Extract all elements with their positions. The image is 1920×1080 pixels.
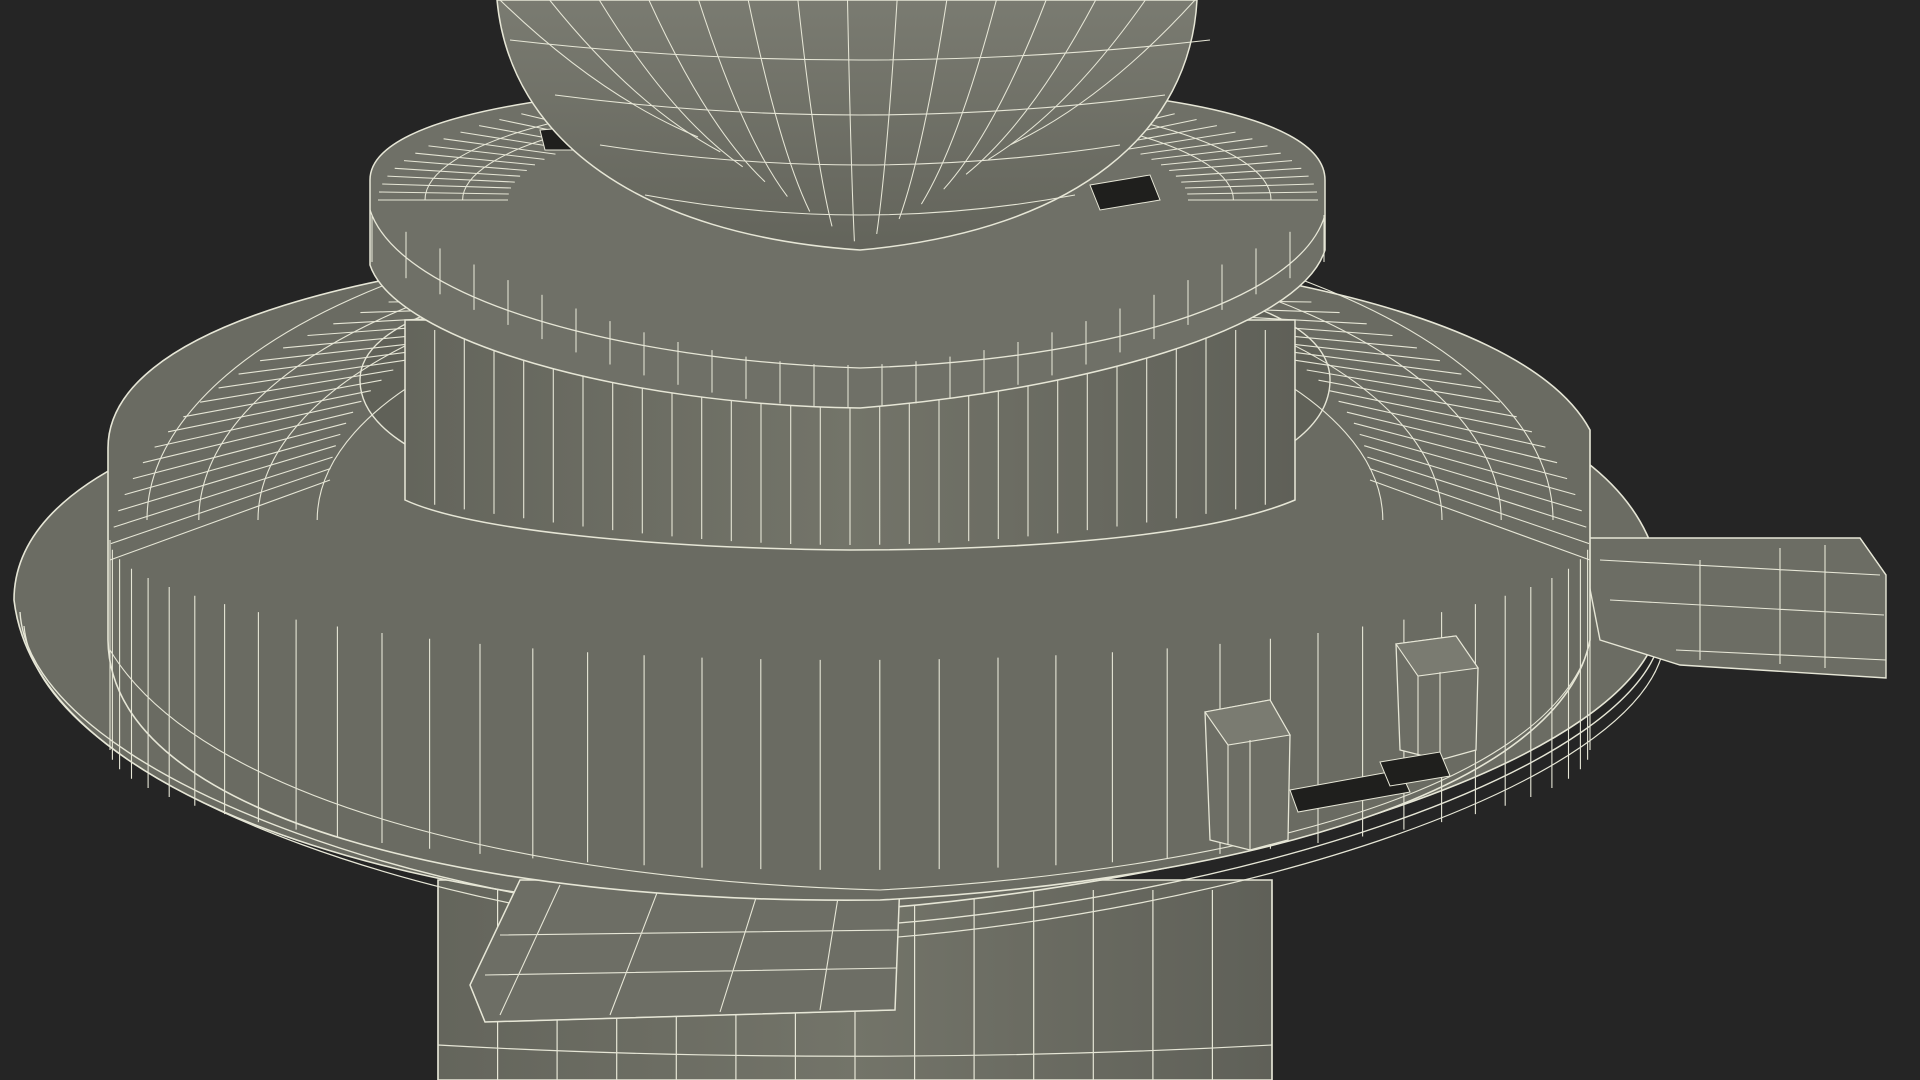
viewport [0,0,1920,1080]
post-right [1395,635,1479,761]
wireframe-render [13,0,1887,1080]
front-tab [469,879,901,1023]
post-left [1204,699,1291,851]
